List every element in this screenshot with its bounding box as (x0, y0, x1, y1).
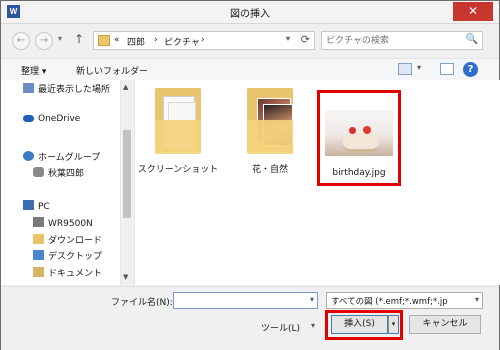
tools-dropdown[interactable]: ▾ (311, 321, 315, 330)
folder-tile-screenshots[interactable]: スクリーンショット (133, 80, 223, 180)
breadcrumb-overflow[interactable]: « (114, 35, 120, 45)
nav-item-onedrive[interactable]: OneDrive (23, 114, 80, 124)
forward-button[interactable]: → (35, 32, 53, 50)
bottom-bar: ファイル名(N): ▾ すべての図 (*.emf;*.wmf;*.jp ▾ ツー… (1, 286, 499, 350)
close-button[interactable]: ✕ (453, 2, 493, 21)
breadcrumb-pictures[interactable]: ピクチャ (164, 35, 200, 48)
breadcrumb-separator[interactable]: › (201, 35, 205, 45)
help-icon[interactable]: ? (463, 62, 478, 77)
title-bar: W 図の挿入 ✕ (1, 1, 499, 24)
pc-icon (23, 200, 34, 210)
refresh-icon[interactable]: ⟳ (301, 33, 310, 46)
desktop-icon (33, 250, 44, 260)
search-input[interactable] (326, 34, 456, 47)
folder-flap (155, 120, 201, 154)
filename-input[interactable] (177, 294, 302, 307)
nav-item-documents[interactable]: ドキュメント (33, 266, 102, 279)
back-button[interactable]: ← (12, 32, 30, 50)
preview-pane-icon[interactable] (440, 63, 454, 75)
selection-highlight (317, 90, 401, 186)
nav-item-pc[interactable]: PC (23, 200, 50, 212)
view-dropdown[interactable]: ▾ (417, 63, 421, 72)
nav-item-label: デスクトップ (48, 252, 103, 262)
filetype-value: すべての図 (*.emf;*.wmf;*.jp (331, 297, 448, 307)
address-row: ← → ▾ ↑ « 四郎 › ピクチャ › ▾ ⟳ 🔍 (1, 23, 499, 57)
nav-item-label: 最近表示した場所 (38, 85, 111, 95)
command-bar: 整理 ▾ 新しいフォルダー ▾ ? (1, 58, 499, 82)
user-icon (33, 167, 44, 177)
documents-icon (33, 267, 44, 277)
filename-label: ファイル名(N): (111, 298, 173, 308)
folder-icon (98, 35, 110, 46)
recent-locations-dropdown[interactable]: ▾ (58, 34, 62, 43)
filename-dropdown[interactable]: ▾ (310, 295, 314, 304)
nav-item-label: WR9500N (48, 219, 93, 229)
nav-item-label: ドキュメント (48, 269, 103, 279)
scroll-thumb[interactable] (123, 130, 131, 218)
view-icon[interactable] (398, 63, 412, 75)
nav-item-label: 秋葉四郎 (48, 169, 85, 179)
recent-places-icon (23, 83, 34, 93)
network-drive-icon (33, 217, 44, 227)
nav-item-label: ダウンロード (48, 236, 103, 246)
nav-item-wr9500n[interactable]: WR9500N (33, 217, 93, 229)
organize-menu[interactable]: 整理 ▾ (21, 64, 46, 77)
search-icon[interactable]: 🔍 (466, 34, 478, 45)
homegroup-icon (23, 151, 34, 161)
address-bar[interactable]: « 四郎 › ピクチャ › ▾ ⟳ (93, 31, 315, 50)
cancel-button[interactable]: キャンセル (409, 315, 481, 334)
nav-item-recent-places[interactable]: 最近表示した場所 (23, 82, 110, 95)
file-name: スクリーンショット (137, 165, 219, 175)
folder-tile-flowers-nature[interactable]: 花・自然 (225, 80, 315, 180)
dialog-title: 図の挿入 (230, 9, 270, 20)
navigation-pane: 最近表示した場所 OneDrive ホームグループ 秋葉四郎 PC WR9500… (1, 80, 133, 285)
insert-button[interactable]: 挿入(S) (331, 315, 388, 334)
nav-item-label: ホームグループ (38, 153, 101, 163)
up-button[interactable]: ↑ (74, 32, 84, 46)
breadcrumb-shiro[interactable]: 四郎 (127, 35, 145, 48)
nav-scrollbar[interactable]: ▲ ▼ (120, 80, 133, 285)
tools-menu[interactable]: ツール(L) (261, 321, 300, 334)
search-box[interactable]: 🔍 (321, 31, 483, 50)
filename-field[interactable]: ▾ (173, 292, 318, 309)
nav-item-label: OneDrive (38, 114, 81, 124)
chevron-down-icon: ▾ (474, 295, 479, 304)
onedrive-icon (23, 115, 34, 122)
file-list: スクリーンショット 花・自然 birthday.jpg (134, 80, 500, 285)
new-folder-button[interactable]: 新しいフォルダー (76, 64, 148, 77)
file-name: 花・自然 (251, 165, 288, 175)
address-dropdown[interactable]: ▾ (286, 34, 290, 43)
folder-flap (247, 120, 293, 154)
nav-item-downloads[interactable]: ダウンロード (33, 233, 102, 246)
nav-item-desktop[interactable]: デスクトップ (33, 249, 102, 262)
breadcrumb-separator[interactable]: › (154, 35, 158, 45)
insert-picture-dialog: W 図の挿入 ✕ ← → ▾ ↑ « 四郎 › ピクチャ › ▾ ⟳ 🔍 整理 … (0, 0, 500, 350)
filetype-select[interactable]: すべての図 (*.emf;*.wmf;*.jp ▾ (326, 292, 483, 309)
insert-dropdown[interactable]: ▾ (388, 315, 399, 334)
downloads-icon (33, 234, 44, 244)
nav-item-user[interactable]: 秋葉四郎 (33, 166, 84, 179)
nav-item-label: PC (38, 202, 50, 212)
nav-item-homegroup[interactable]: ホームグループ (23, 150, 100, 163)
scroll-down-icon[interactable]: ▼ (123, 273, 128, 281)
scroll-up-icon[interactable]: ▲ (123, 83, 128, 91)
